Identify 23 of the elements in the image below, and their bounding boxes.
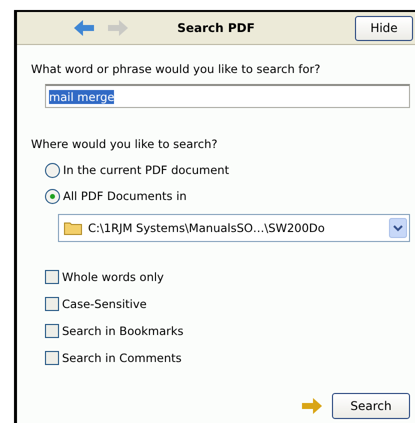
radio-label: All PDF Documents in	[63, 189, 187, 203]
folder-dropdown[interactable]: C:\1RJM Systems\ManualsSO…\SW200Do	[58, 214, 410, 242]
radio-label: In the current PDF document	[63, 163, 230, 177]
hide-button[interactable]: Hide	[355, 16, 413, 40]
dropdown-caret-icon[interactable]	[389, 218, 407, 238]
checkbox-label: Case-Sensitive	[62, 297, 147, 311]
right-arrow-icon	[302, 398, 322, 414]
checkbox-label: Search in Comments	[62, 351, 182, 365]
panel-title: Search PDF	[177, 21, 255, 35]
search-button[interactable]: Search	[332, 393, 410, 419]
scope-prompt: Where would you like to search?	[31, 136, 218, 152]
checkbox-label: Search in Bookmarks	[62, 324, 184, 338]
radio-button[interactable]	[45, 188, 60, 204]
search-field[interactable]: mail merge	[45, 84, 410, 108]
checkbox[interactable]	[45, 351, 59, 365]
checkbox[interactable]	[45, 270, 59, 284]
radio-button[interactable]	[45, 162, 60, 178]
checkbox-label: Whole words only	[62, 270, 164, 284]
checkbox[interactable]	[45, 297, 59, 311]
checkbox[interactable]	[45, 324, 59, 338]
folder-icon	[64, 221, 82, 235]
search-prompt: What word or phrase would you like to search for?	[31, 61, 322, 77]
back-arrow-icon[interactable]	[74, 20, 94, 36]
